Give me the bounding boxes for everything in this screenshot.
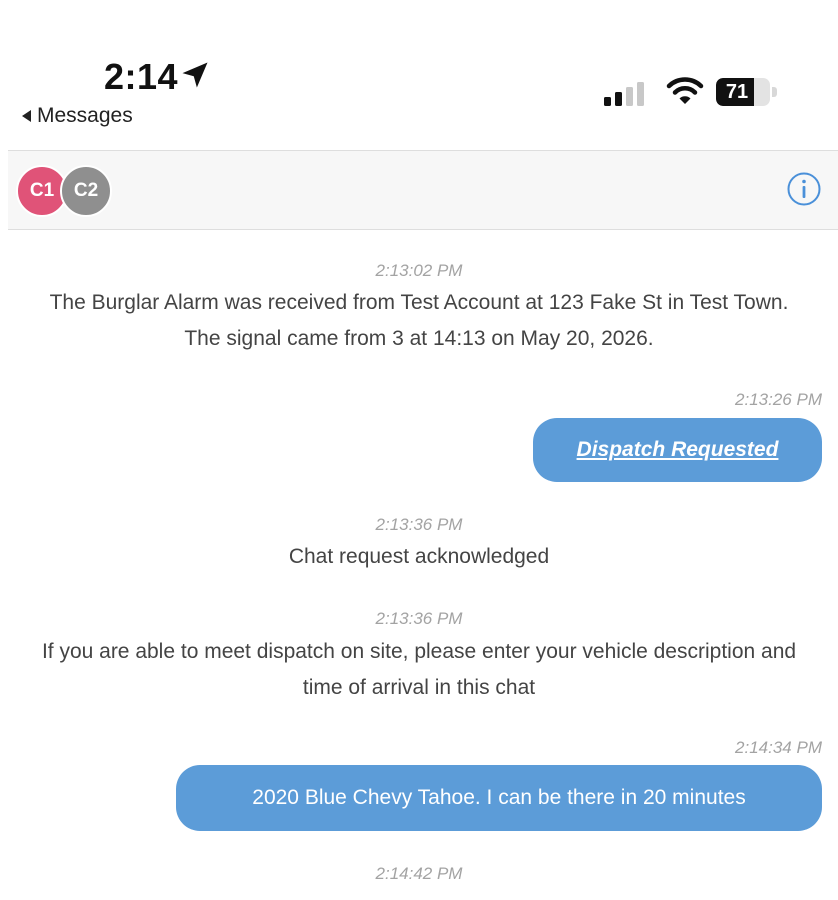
avatar-c2[interactable]: C2 <box>60 165 112 217</box>
chat-header: C1 C2 <box>8 150 838 230</box>
message-timestamp: 2:13:02 PM <box>375 261 463 280</box>
cellular-signal-icon <box>604 82 644 106</box>
wifi-icon <box>666 77 704 104</box>
battery-level: 71 <box>725 81 749 103</box>
message-timestamp: 2:14:34 PM <box>735 738 822 757</box>
back-to-messages-link[interactable]: Messages <box>22 104 133 128</box>
system-message: The Burglar Alarm was received from Test… <box>49 291 789 350</box>
outgoing-message-bubble: 2020 Blue Chevy Tahoe. I can be there in… <box>176 765 822 831</box>
message-timestamp: 2:13:26 PM <box>735 390 822 409</box>
message-timestamp: 2:14:42 PM <box>375 864 463 883</box>
message-timestamp: 2:13:36 PM <box>375 515 463 534</box>
outgoing-message-bubble: Dispatch Requested <box>533 418 822 482</box>
status-bar: 2:14 Messages 71 <box>0 0 838 140</box>
system-message: If you are able to meet dispatch on site… <box>41 640 797 699</box>
message-timestamp: 2:13:36 PM <box>375 609 463 628</box>
system-message: Chat request acknowledged <box>288 545 550 568</box>
info-icon[interactable] <box>786 171 822 207</box>
location-arrow-icon <box>182 62 208 88</box>
battery-indicator: 71 <box>716 78 778 106</box>
clock-time: 2:14 <box>104 56 179 97</box>
back-link-label: Messages <box>37 104 133 127</box>
dispatch-requested-link[interactable]: Dispatch Requested <box>577 438 779 462</box>
back-triangle-icon <box>22 110 31 122</box>
